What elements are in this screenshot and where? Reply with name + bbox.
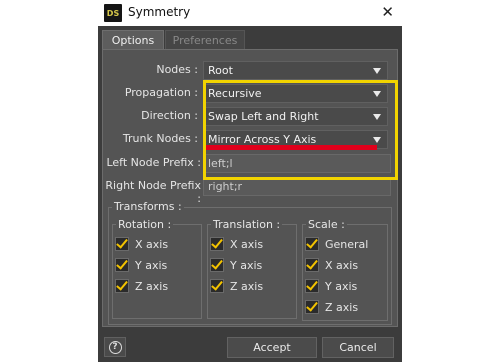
scale-general-label: General: [325, 237, 369, 251]
rotation-y-checkbox[interactable]: Y axis: [115, 257, 167, 273]
options-panel: Nodes : Root Propagation : Recursive Dir…: [102, 49, 398, 327]
nodes-label: Nodes :: [156, 63, 198, 76]
window-title: Symmetry: [128, 5, 191, 19]
chevron-down-icon: [373, 68, 381, 74]
highlight-annotation-box: [203, 80, 398, 180]
transforms-title: Transforms :: [112, 200, 184, 213]
scale-y-checkbox[interactable]: Y axis: [305, 278, 357, 294]
translation-x-label: X axis: [230, 237, 264, 251]
rotation-x-label: X axis: [135, 237, 169, 251]
scale-x-checkbox[interactable]: X axis: [305, 257, 358, 273]
translation-title: Translation :: [211, 218, 283, 231]
translation-z-label: Z axis: [230, 279, 264, 293]
title-bar: DS Symmetry ✕: [98, 0, 402, 26]
checkmark-icon: [115, 237, 129, 251]
help-button[interactable]: ?: [104, 337, 126, 357]
rotation-y-label: Y axis: [135, 258, 168, 272]
nodes-value: Root: [208, 64, 233, 77]
translation-z-checkbox[interactable]: Z axis: [210, 278, 263, 294]
checkmark-icon: [210, 258, 224, 272]
scale-z-checkbox[interactable]: Z axis: [305, 299, 358, 315]
left-prefix-label: Left Node Prefix :: [106, 156, 201, 169]
checkmark-icon: [210, 237, 224, 251]
checkmark-icon: [115, 279, 129, 293]
checkmark-icon: [305, 279, 319, 293]
checkmark-icon: [305, 300, 319, 314]
scale-x-label: X axis: [325, 258, 359, 272]
rotation-z-checkbox[interactable]: Z axis: [115, 278, 168, 294]
direction-label: Direction :: [141, 109, 198, 122]
symmetry-dialog: Options Preferences Nodes : Root Propaga…: [98, 26, 402, 362]
checkmark-icon: [115, 258, 129, 272]
checkmark-icon: [305, 258, 319, 272]
translation-y-label: Y axis: [230, 258, 263, 272]
dialog-footer: ? Accept Cancel: [98, 331, 402, 362]
tab-options[interactable]: Options: [102, 30, 164, 50]
scale-general-checkbox[interactable]: General: [305, 236, 368, 252]
propagation-label: Propagation :: [124, 86, 198, 99]
cancel-button[interactable]: Cancel: [322, 337, 394, 358]
rotation-z-label: Z axis: [135, 279, 169, 293]
underline-annotation: [206, 145, 377, 150]
scale-title: Scale :: [306, 218, 347, 231]
checkmark-icon: [210, 279, 224, 293]
translation-y-checkbox[interactable]: Y axis: [210, 257, 262, 273]
trunk-nodes-label: Trunk Nodes :: [122, 132, 198, 145]
tab-preferences[interactable]: Preferences: [165, 30, 245, 50]
scale-z-label: Z axis: [325, 300, 359, 314]
scale-y-label: Y axis: [325, 279, 358, 293]
rotation-title: Rotation :: [116, 218, 174, 231]
rotation-x-checkbox[interactable]: X axis: [115, 236, 168, 252]
app-logo-icon: DS: [104, 4, 122, 22]
nodes-dropdown[interactable]: Root: [203, 61, 388, 80]
checkmark-icon: [305, 237, 319, 251]
translation-x-checkbox[interactable]: X axis: [210, 236, 263, 252]
help-icon: ?: [108, 340, 122, 354]
accept-button[interactable]: Accept: [227, 337, 317, 358]
close-icon[interactable]: ✕: [381, 3, 394, 21]
